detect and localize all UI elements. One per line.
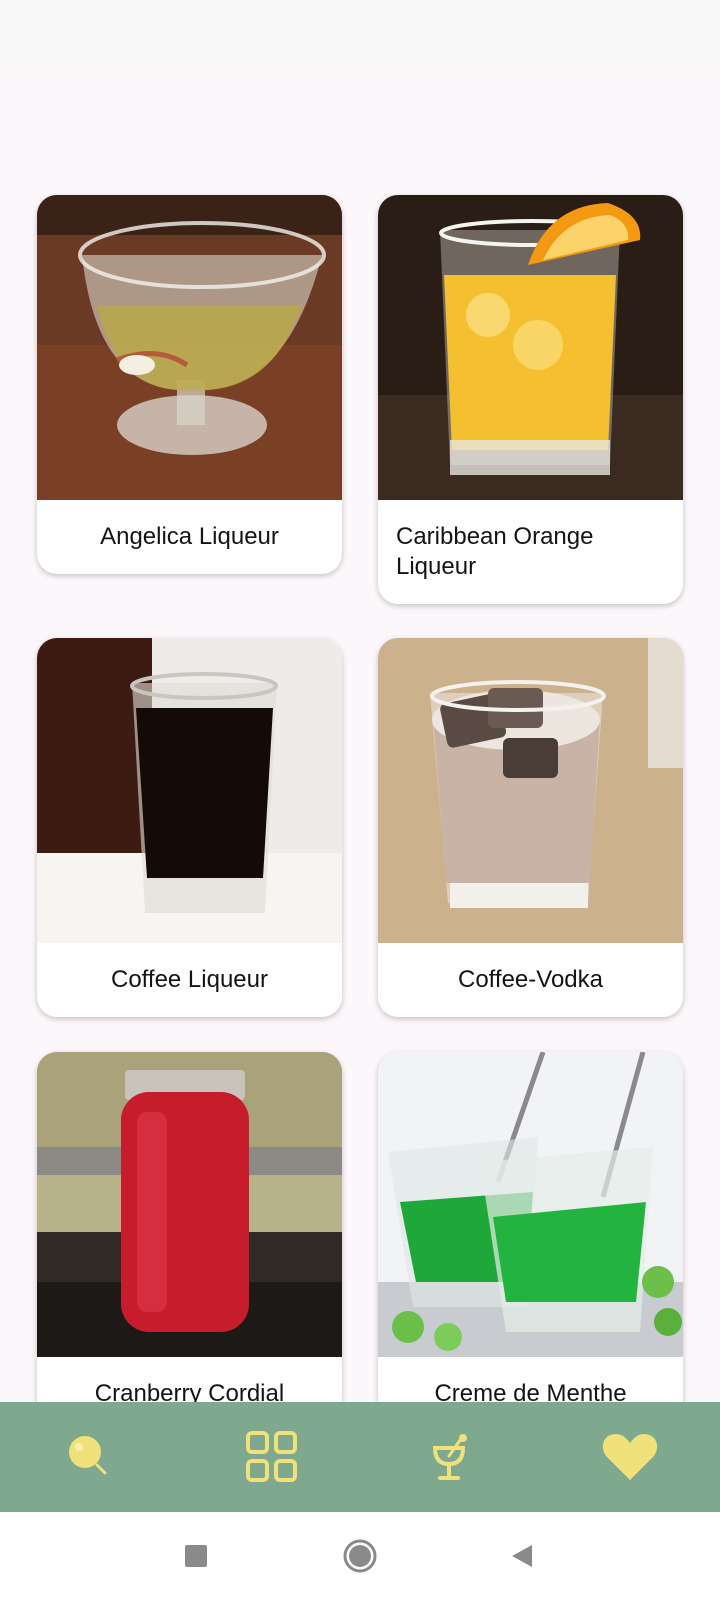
nav-favorites[interactable] xyxy=(570,1402,690,1512)
drink-card[interactable]: Coffee-Vodka xyxy=(378,638,683,1017)
drink-card[interactable]: Angelica Liqueur xyxy=(37,195,342,574)
drink-name: Angelica Liqueur xyxy=(100,523,279,550)
heart-icon xyxy=(602,1434,658,1480)
recent-apps-icon xyxy=(185,1545,207,1567)
status-bar xyxy=(0,0,720,70)
drink-image xyxy=(37,1052,342,1357)
grid-icon xyxy=(246,1431,297,1482)
drink-image xyxy=(378,195,683,500)
drink-name: Coffee-Vodka xyxy=(458,966,603,993)
drink-image xyxy=(378,638,683,943)
drink-card[interactable]: Cranberry Cordial xyxy=(37,1052,342,1402)
drink-image xyxy=(37,638,342,943)
search-icon xyxy=(69,1436,107,1475)
home-button[interactable] xyxy=(338,1534,382,1578)
drink-name: Coffee Liqueur xyxy=(110,966,268,993)
drink-grid: Angelica Liqueur Caribbean Orange Liqueu… xyxy=(0,70,720,1402)
drink-image xyxy=(378,1052,683,1357)
recent-apps-button[interactable] xyxy=(174,1534,218,1578)
back-icon xyxy=(512,1545,532,1567)
drink-name: Creme de Menthe xyxy=(434,1380,627,1402)
drink-name: Cranberry Cordial xyxy=(94,1380,285,1402)
drink-name: Caribbean Orange Liqueur xyxy=(396,523,594,580)
bottom-navigation-bar xyxy=(0,1402,720,1512)
nav-cocktails[interactable] xyxy=(391,1402,511,1512)
drink-card[interactable]: Coffee Liqueur xyxy=(37,638,342,1017)
drink-image xyxy=(37,195,342,500)
home-icon xyxy=(343,1539,377,1573)
cocktail-icon xyxy=(432,1434,467,1480)
nav-search[interactable] xyxy=(30,1402,150,1512)
drink-card[interactable]: Creme de Menthe xyxy=(378,1052,683,1402)
system-navigation-bar xyxy=(0,1512,720,1600)
drink-card[interactable]: Caribbean Orange Liqueur xyxy=(378,195,683,604)
nav-categories[interactable] xyxy=(212,1402,332,1512)
back-button[interactable] xyxy=(500,1534,544,1578)
